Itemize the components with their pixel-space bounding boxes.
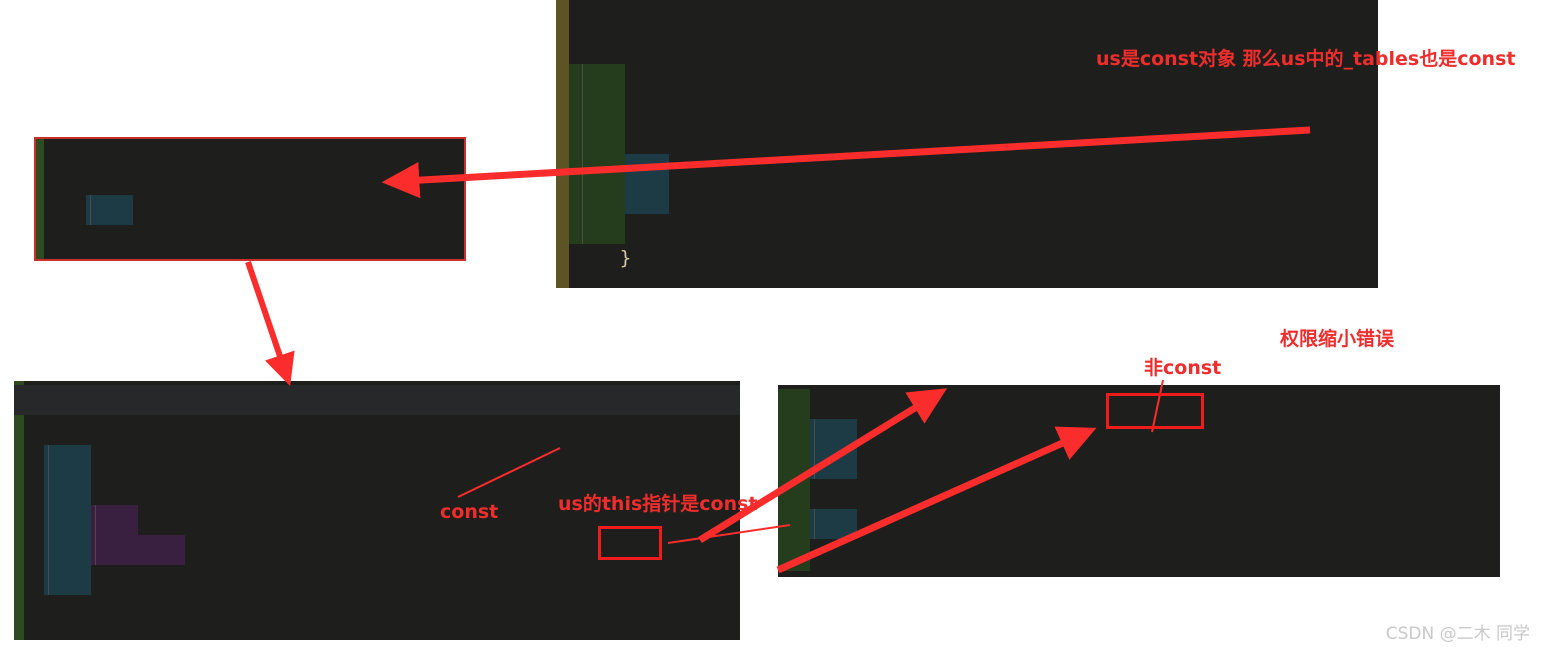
indent-guide <box>95 505 96 565</box>
annotation-const-object: us是const对象 那么us中的_tables也是const <box>1096 48 1516 70</box>
code-token: } <box>619 247 632 269</box>
indent-guide <box>48 445 49 595</box>
annotation-this-pointer: us的this指针是const <box>558 493 758 515</box>
indent-block-teal <box>810 509 857 539</box>
indent-block-teal <box>625 154 669 214</box>
indent-block-teal <box>44 445 91 595</box>
indent-block-teal <box>810 419 857 479</box>
changed-lines-gutter <box>556 0 569 288</box>
annotation-const-label: const <box>440 501 499 523</box>
current-line-highlight <box>14 385 740 415</box>
csdn-watermark: CSDN @二木 同学 <box>1385 624 1530 644</box>
arrow-ht-begin-to-hash-begin <box>245 261 295 387</box>
indent-block-purple <box>91 505 138 565</box>
annotation-permission-error: 权限缩小错误 <box>1280 328 1395 350</box>
indent-guide <box>814 509 815 539</box>
nested-block-highlight <box>778 389 810 571</box>
changed-lines-gutter <box>34 137 44 261</box>
indent-block-purple <box>138 535 185 565</box>
ht-begin-code-panel: const_iterator begin() const { return _h… <box>34 137 466 261</box>
code-line: } <box>556 213 1378 269</box>
indent-guide <box>90 195 91 225</box>
indent-guide <box>814 419 815 479</box>
hititerator-ctor-code-panel: _HTIterator(Node* node, HT* ht) : _node(… <box>778 385 1500 577</box>
changed-lines-gutter <box>14 381 24 640</box>
annotation-not-const: 非const <box>1144 357 1222 379</box>
indent-block-teal <box>86 195 133 225</box>
